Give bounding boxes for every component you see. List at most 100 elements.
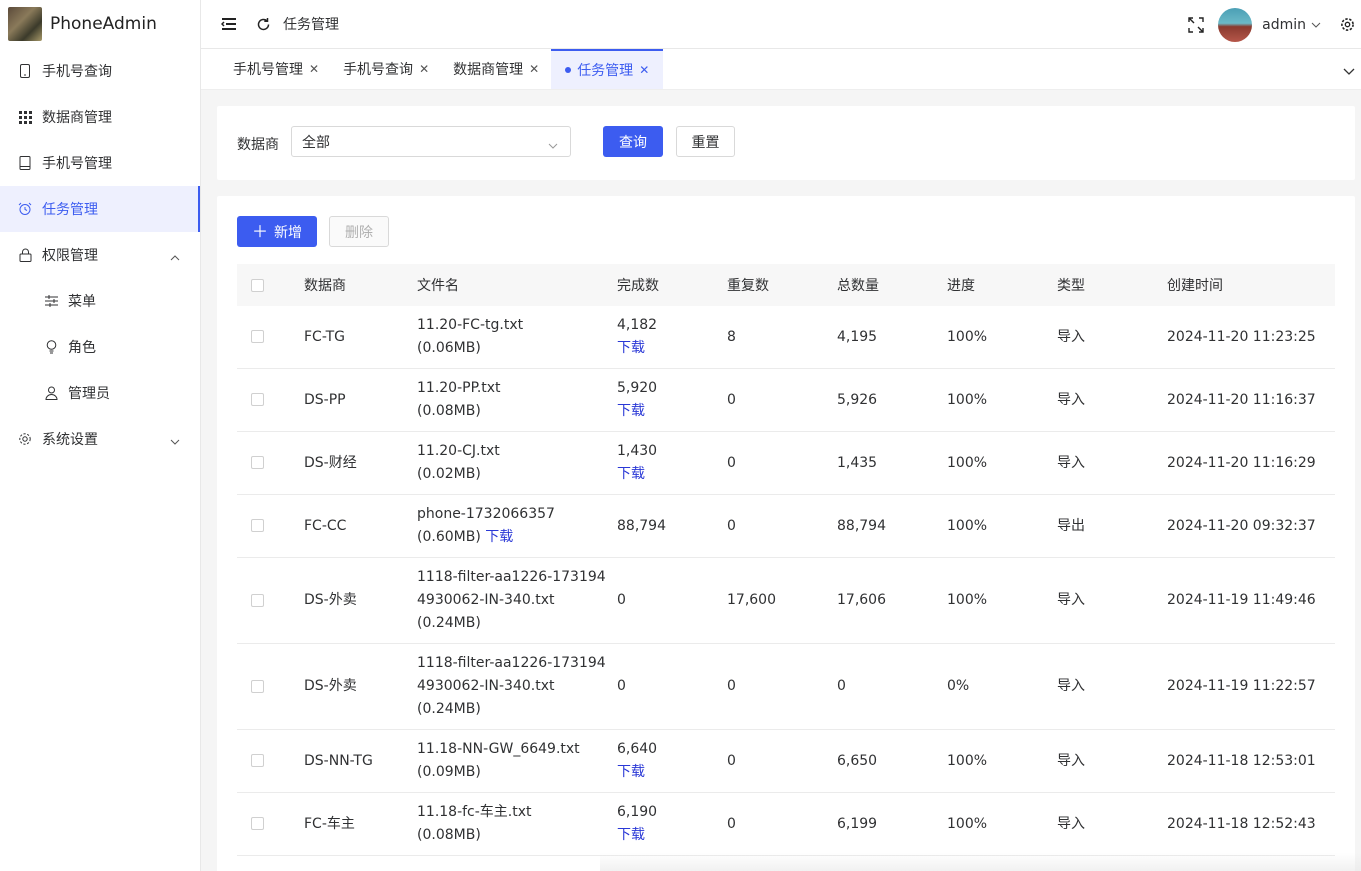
row-checkbox[interactable] <box>251 456 264 469</box>
row-checkbox[interactable] <box>251 679 264 693</box>
chevron-down-icon <box>548 137 558 153</box>
cell-created: 2024-11-19 11:49:46 <box>1167 557 1335 644</box>
chevron-down-icon[interactable] <box>1311 22 1321 28</box>
query-button[interactable]: 查询 <box>603 126 663 157</box>
table-row: DS-PP 11.20-PP.txt (0.08MB) 5,920 下载 0 5,9… <box>237 368 1335 432</box>
column-header[interactable]: 数据商 <box>304 264 417 306</box>
tab-provider-management[interactable]: 数据商管理 ✕ <box>441 49 551 89</box>
sidebar-item-phone-query[interactable]: 手机号查询 <box>0 48 200 94</box>
sidebar-item-role[interactable]: 角色 <box>0 324 200 370</box>
file-size: (0.60MB) <box>417 529 481 545</box>
download-link[interactable]: 下载 <box>617 340 645 356</box>
cell-type: 导出 <box>1057 494 1167 558</box>
chevron-up-icon <box>170 249 180 265</box>
book-icon <box>18 156 32 170</box>
sidebar-item-menu[interactable]: 菜单 <box>0 278 200 324</box>
add-button[interactable]: ＋ 新增 <box>237 216 317 247</box>
table-row: DS-财经 11.20-CJ.txt (0.02MB) 1,430 下载 0 1,4… <box>237 431 1335 495</box>
cell-provider: FC-CC <box>304 494 417 558</box>
column-header[interactable]: 完成数 <box>617 264 727 306</box>
cell-file: 1118-filter-aa1226-173194 4930062-IN-340.… <box>417 643 617 730</box>
close-icon[interactable]: ✕ <box>309 62 319 76</box>
column-header[interactable]: 文件名 <box>417 264 617 306</box>
cell-provider: DS-PP <box>304 368 417 432</box>
cell-dup: 0 <box>727 792 837 856</box>
cell-file: 11.20-FC-tg.txt (0.06MB) <box>417 306 617 369</box>
row-checkbox[interactable] <box>251 393 264 406</box>
tab-phone-query[interactable]: 手机号查询 ✕ <box>331 49 441 89</box>
close-icon[interactable]: ✕ <box>529 62 539 76</box>
sidebar-item-task-management[interactable]: 任务管理 <box>0 186 200 232</box>
column-header[interactable]: 总数量 <box>837 264 947 306</box>
bulb-icon <box>44 340 58 354</box>
cell-file: 11.18-fc-车主.txt (0.08MB) <box>417 792 617 856</box>
row-checkbox[interactable] <box>251 593 264 607</box>
settings-gear-icon[interactable] <box>1337 15 1357 35</box>
sidebar-item-admin[interactable]: 管理员 <box>0 370 200 416</box>
cell-created: 2024-11-18 12:52:43 <box>1167 792 1335 856</box>
cell-done: 5,920 下载 <box>617 368 727 432</box>
download-link[interactable]: 下载 <box>485 529 513 545</box>
file-name-line2: 4930062-IN-340.txt <box>417 678 555 694</box>
close-icon[interactable]: ✕ <box>639 63 649 77</box>
provider-select[interactable]: 全部 <box>291 126 571 157</box>
file-name-line2: 4930062-IN-340.txt <box>417 592 555 608</box>
sidebar-item-permission-management[interactable]: 权限管理 <box>0 232 200 278</box>
sidebar-item-label: 手机号查询 <box>42 64 112 80</box>
tab-label: 数据商管理 <box>453 62 524 78</box>
file-size: (0.08MB) <box>417 827 481 843</box>
cell-dup: 0 <box>727 368 837 432</box>
cell-total: 0 <box>837 643 947 730</box>
column-header[interactable]: 类型 <box>1057 264 1167 306</box>
cell-provider: DS-外卖 <box>304 557 417 644</box>
cell-progress: 100% <box>947 729 1057 793</box>
tabs-dropdown-chevron-icon[interactable] <box>1343 63 1355 79</box>
cell-provider: DS-财经 <box>304 431 417 495</box>
tab-task-management[interactable]: 任务管理 ✕ <box>551 49 664 89</box>
grid-icon <box>18 110 32 124</box>
cell-type: 导入 <box>1057 368 1167 432</box>
download-link[interactable]: 下载 <box>617 466 645 482</box>
done-count: 6,640 <box>617 741 658 757</box>
row-checkbox[interactable] <box>251 330 264 343</box>
column-header[interactable]: 重复数 <box>727 264 837 306</box>
tab-phone-management[interactable]: 手机号管理 ✕ <box>221 49 331 89</box>
delete-button[interactable]: 删除 <box>329 216 389 247</box>
sidebar-item-provider-management[interactable]: 数据商管理 <box>0 94 200 140</box>
refresh-icon[interactable] <box>253 14 273 34</box>
download-link[interactable]: 下载 <box>617 827 645 843</box>
lock-icon <box>18 248 32 262</box>
cell-dup: 0 <box>727 494 837 558</box>
table-row: DS-外卖 1118-filter-aa1226-173194 4930062-I… <box>237 643 1335 730</box>
cell-progress: 100% <box>947 431 1057 495</box>
column-header[interactable]: 进度 <box>947 264 1057 306</box>
table-row: DS-NN-TG 11.18-NN-GW_6649.txt (0.09MB) 6,… <box>237 729 1335 793</box>
table-row: FC-车主 11.18-fc-车主.txt (0.08MB) 6,190 下载 0 … <box>237 792 1335 856</box>
sidebar-item-label: 菜单 <box>68 294 96 310</box>
cell-done: 1,430 下载 <box>617 431 727 495</box>
close-icon[interactable]: ✕ <box>419 62 429 76</box>
sidebar-item-system-settings[interactable]: 系统设置 <box>0 416 200 462</box>
row-checkbox[interactable] <box>251 519 264 532</box>
row-checkbox[interactable] <box>251 754 264 767</box>
column-header[interactable]: 创建时间 <box>1167 264 1335 306</box>
row-checkbox[interactable] <box>251 817 264 830</box>
app-logo[interactable]: PhoneAdmin <box>0 0 200 48</box>
username[interactable]: admin <box>1262 17 1306 33</box>
alarm-clock-icon <box>18 202 32 216</box>
cell-created: 2024-11-20 09:32:37 <box>1167 494 1335 558</box>
fullscreen-icon[interactable] <box>1186 15 1206 35</box>
sidebar-item-phone-management[interactable]: 手机号管理 <box>0 140 200 186</box>
select-all-checkbox[interactable] <box>251 278 264 292</box>
download-link[interactable]: 下载 <box>617 403 645 419</box>
file-name: 11.20-CJ.txt <box>417 443 500 459</box>
download-link[interactable]: 下载 <box>617 764 645 780</box>
task-table-panel: ＋ 新增 删除 数据商 文件名 完成数 重复数 总数量 进度 类型 创建时间 F… <box>217 196 1355 871</box>
reset-button[interactable]: 重置 <box>676 126 735 157</box>
sliders-icon <box>44 294 58 308</box>
avatar[interactable] <box>1218 7 1253 42</box>
menu-toggle-icon[interactable] <box>219 14 239 34</box>
cell-progress: 100% <box>947 792 1057 856</box>
page-title: 任务管理 <box>283 17 339 33</box>
cell-type: 导入 <box>1057 792 1167 856</box>
